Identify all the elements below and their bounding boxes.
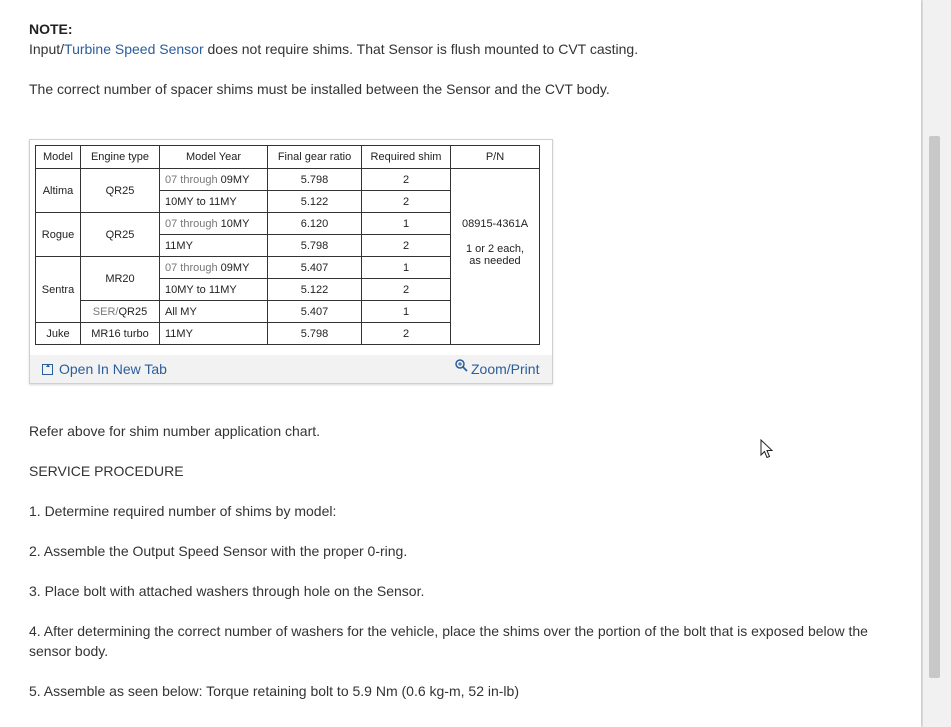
cell-year: 07 through 09MY xyxy=(159,168,268,191)
shim-chart-figure: Model Engine type Model Year Final gear … xyxy=(29,139,553,384)
zoom-print-button[interactable]: Zoom/Print xyxy=(455,359,540,377)
cell-shim: 2 xyxy=(361,278,451,301)
cell-model: Rogue xyxy=(35,212,81,257)
header-model: Model xyxy=(35,145,81,169)
header-final-gear-ratio: Final gear ratio xyxy=(267,145,362,169)
table-header-row: Model Engine type Model Year Final gear … xyxy=(35,145,540,169)
cell-ratio: 5.407 xyxy=(267,256,362,279)
cell-shim: 2 xyxy=(361,322,451,345)
header-required-shim: Required shim xyxy=(361,145,451,169)
cell-ratio: 5.798 xyxy=(267,234,362,257)
pn-note-2: as needed xyxy=(469,255,521,267)
page: NOTE: Input/Turbine Speed Sensor does no… xyxy=(0,0,951,727)
cell-shim: 1 xyxy=(361,300,451,323)
step-5: 5. Assemble as seen below: Torque retain… xyxy=(29,683,519,699)
step-4-line-2: sensor body. xyxy=(29,643,109,659)
cell-engine: SER/QR25 xyxy=(80,300,160,323)
document-content: NOTE: Input/Turbine Speed Sensor does no… xyxy=(0,0,921,727)
pn-number: 08915-4361A xyxy=(461,218,529,230)
cell-ratio: 6.120 xyxy=(267,212,362,235)
open-in-new-tab-button[interactable]: Open In New Tab xyxy=(42,361,167,377)
note-line-2: The correct number of spacer shims must … xyxy=(29,81,610,97)
turbine-speed-sensor-link[interactable]: Turbine Speed Sensor xyxy=(64,41,204,57)
cell-engine: MR20 xyxy=(80,256,160,301)
pn-note-1: 1 or 2 each, xyxy=(465,243,525,255)
cell-model: Juke xyxy=(35,322,81,345)
note-line-1: Input/Turbine Speed Sensor does not requ… xyxy=(29,39,638,59)
cell-model: Altima xyxy=(35,168,81,213)
open-new-tab-icon xyxy=(42,364,53,375)
cell-year: 11MY xyxy=(159,322,268,345)
cell-ratio: 5.122 xyxy=(267,278,362,301)
cell-shim: 1 xyxy=(361,212,451,235)
cell-shim: 1 xyxy=(361,256,451,279)
table-row: Altima QR25 07 through 09MY 5.798 2 0891… xyxy=(35,168,540,345)
cell-engine: QR25 xyxy=(80,212,160,257)
cell-shim: 2 xyxy=(361,234,451,257)
cell-ratio: 5.122 xyxy=(267,190,362,213)
zoom-icon xyxy=(455,359,468,372)
zoom-print-label: Zoom/Print xyxy=(471,361,540,377)
cell-year: 11MY xyxy=(159,234,268,257)
note-title: NOTE: xyxy=(29,21,73,37)
service-procedure-heading: SERVICE PROCEDURE xyxy=(29,463,184,479)
step-1: 1. Determine required number of shims by… xyxy=(29,503,337,519)
cell-year: 10MY to 11MY xyxy=(159,190,268,213)
cell-shim: 2 xyxy=(361,190,451,213)
header-engine-type: Engine type xyxy=(80,145,160,169)
mouse-cursor-icon xyxy=(760,438,774,464)
vertical-scrollbar[interactable] xyxy=(923,0,951,727)
cell-year: 07 through 09MY xyxy=(159,256,268,279)
cell-pn: 08915-4361A 1 or 2 each, as needed xyxy=(450,168,540,345)
shim-table: Model Engine type Model Year Final gear … xyxy=(35,145,540,345)
cell-ratio: 5.798 xyxy=(267,322,362,345)
step-2: 2. Assemble the Output Speed Sensor with… xyxy=(29,543,408,559)
cell-engine: MR16 turbo xyxy=(80,322,160,345)
note-line-1-suffix: does not require shims. That Sensor is f… xyxy=(203,41,639,57)
cell-ratio: 5.407 xyxy=(267,300,362,323)
cell-year: 07 through 10MY xyxy=(159,212,268,235)
cell-engine: QR25 xyxy=(80,168,160,213)
cell-year: All MY xyxy=(159,300,268,323)
cell-shim: 2 xyxy=(361,168,451,191)
scrollbar-thumb[interactable] xyxy=(929,136,940,678)
cell-ratio: 5.798 xyxy=(267,168,362,191)
note-line-1-prefix: Input/ xyxy=(29,41,65,57)
step-4-line-1: 4. After determining the correct number … xyxy=(29,623,868,639)
open-in-new-tab-label: Open In New Tab xyxy=(59,361,167,377)
header-pn: P/N xyxy=(450,145,540,169)
cell-model: Sentra xyxy=(35,256,81,323)
header-model-year: Model Year xyxy=(159,145,268,169)
step-3: 3. Place bolt with attached washers thro… xyxy=(29,583,425,599)
refer-text: Refer above for shim number application … xyxy=(29,423,321,439)
cell-year: 10MY to 11MY xyxy=(159,278,268,301)
figure-toolbar: Open In New Tab Zoom/Print xyxy=(30,355,552,383)
